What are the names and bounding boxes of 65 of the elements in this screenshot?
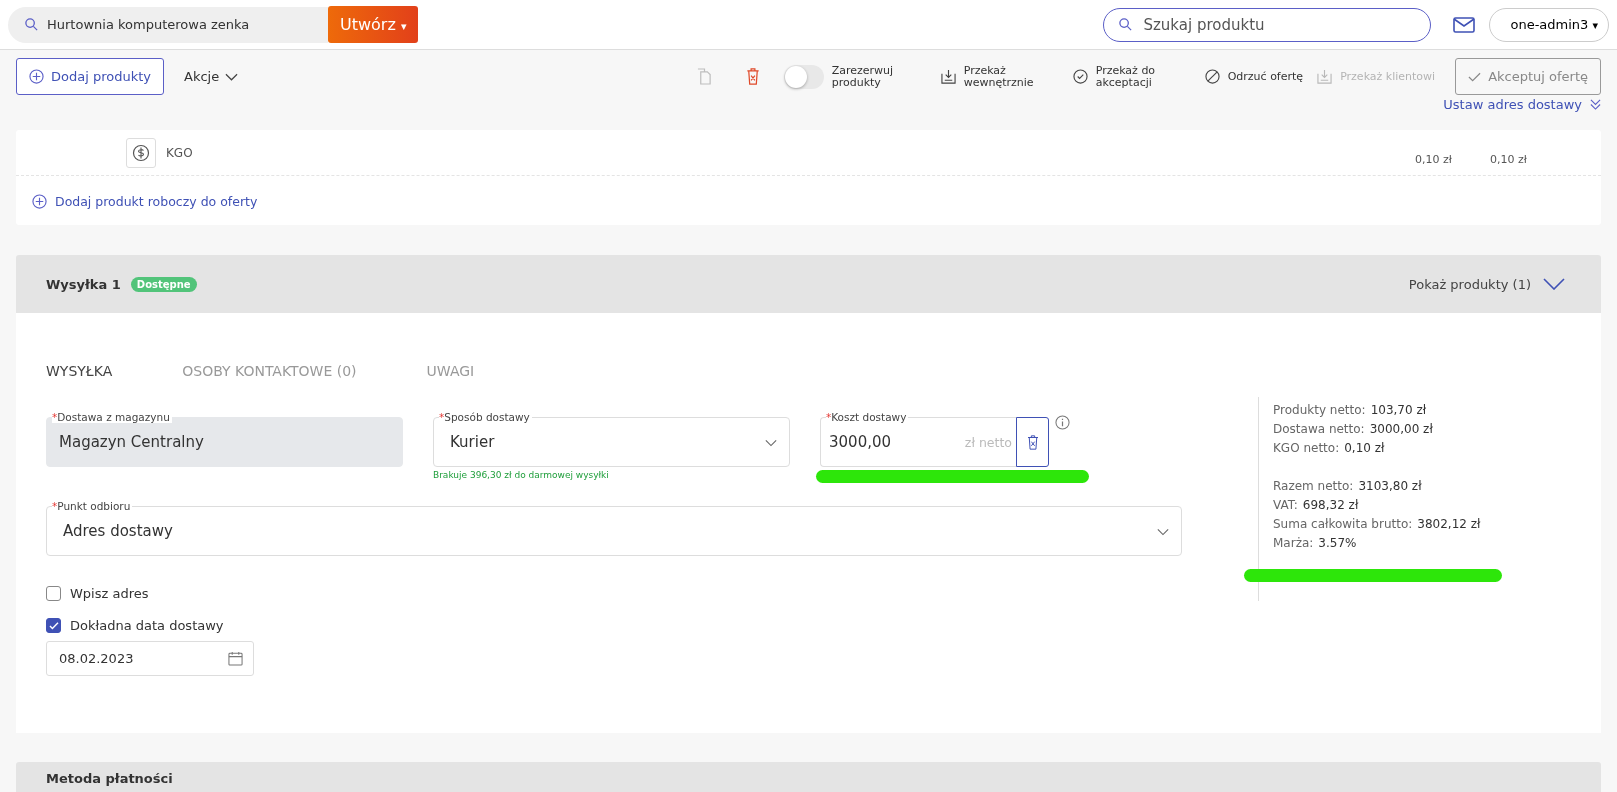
summary-label: Razem netto: — [1273, 478, 1354, 495]
trash-icon — [1026, 434, 1039, 450]
field-label: *Punkt odbioru — [52, 500, 133, 512]
fee-name: KGO — [166, 145, 193, 160]
summary-label: Marża: — [1273, 535, 1314, 552]
chevron-down-icon — [225, 72, 239, 81]
set-address-link[interactable]: Ustaw adres dostawy — [1443, 97, 1601, 112]
actions-menu[interactable]: Akcje — [178, 68, 245, 85]
summary-label: Suma całkowita brutto: — [1273, 516, 1413, 533]
search-icon — [24, 17, 39, 32]
double-chevron-icon — [1590, 99, 1601, 110]
field-label: *Dostawa z magazynu — [52, 411, 172, 423]
summary-value: 3000,00 zł — [1369, 421, 1433, 438]
create-button[interactable]: Utwórz ▾ — [328, 6, 419, 43]
summary-value: 3802,12 zł — [1417, 516, 1481, 533]
summary-value: 103,70 zł — [1370, 402, 1427, 419]
status-badge: Dostępne — [130, 276, 197, 292]
tray-arrow-icon — [940, 69, 956, 84]
tray-arrow-icon — [1317, 69, 1333, 84]
chevron-down-icon — [1157, 528, 1169, 536]
approve-action[interactable]: Przekaż do akceptacji — [1072, 64, 1191, 89]
check-icon — [1468, 71, 1482, 82]
checkbox[interactable] — [46, 586, 61, 601]
forbidden-icon — [1204, 69, 1220, 84]
checkbox-label: Wpisz adres — [70, 586, 149, 601]
delete-button[interactable] — [1016, 417, 1049, 467]
checkbox[interactable] — [46, 618, 61, 633]
mail-icon[interactable] — [1453, 16, 1476, 33]
calendar-icon[interactable] — [228, 651, 243, 666]
summary-label: Dostawa netto: — [1273, 421, 1365, 438]
search-icon — [1118, 17, 1134, 32]
date-field[interactable]: 08.02.2023 — [46, 641, 254, 676]
payment-title: Metoda płatności — [46, 771, 173, 786]
free-shipping-hint: Brakuje 396,30 zł do darmowej wysyłki — [433, 470, 610, 480]
shipment-title: Wysyłka 1 — [46, 276, 121, 292]
transfer-action[interactable]: Przekaż wewnętrznie — [940, 64, 1059, 89]
add-draft-product-link[interactable]: Dodaj produkt roboczy do oferty — [16, 176, 274, 209]
summary-label: Produkty netto: — [1273, 402, 1366, 419]
info-icon[interactable] — [1055, 415, 1070, 430]
reject-action[interactable]: Odrzuć ofertę — [1204, 69, 1304, 84]
summary-value: 0,10 zł — [1344, 440, 1385, 457]
field-label: *Koszt dostawy — [826, 411, 909, 423]
check-circle-icon — [1072, 69, 1088, 84]
reserve-toggle[interactable] — [783, 64, 824, 89]
toggle-label: Zarezerwuj produkty — [831, 64, 895, 89]
chevron-down-icon — [1543, 278, 1565, 290]
summary-value: 698,32 zł — [1302, 497, 1359, 514]
company-search-field[interactable]: Hurtownia komputerowa zenka — [8, 6, 328, 43]
summary-value: 3103,80 zł — [1358, 478, 1422, 495]
coin-icon — [126, 137, 156, 168]
show-products-button[interactable]: Pokaż produkty (1) — [1402, 275, 1571, 293]
checkbox-label: Dokładna data dostawy — [70, 618, 224, 633]
field-label: *Sposób dostawy — [439, 411, 532, 423]
price-cell-text: 0,10 zł — [1489, 153, 1528, 166]
chevron-down-icon — [765, 439, 777, 447]
summary-label: KGO netto: — [1273, 440, 1340, 457]
plus-circle-icon — [29, 69, 44, 84]
summary-label: VAT: — [1273, 497, 1298, 514]
delete-icon[interactable] — [745, 68, 760, 85]
add-products-button[interactable]: Dodaj produkty — [16, 58, 164, 95]
price-cell-text: 0,10 zł — [1414, 153, 1453, 166]
summary-value: 3.57% — [1318, 535, 1357, 552]
plus-circle-icon — [32, 194, 47, 209]
tab[interactable]: WYSYŁKA — [46, 345, 113, 397]
user-menu[interactable]: one-admin3 ▾ — [1489, 7, 1609, 42]
